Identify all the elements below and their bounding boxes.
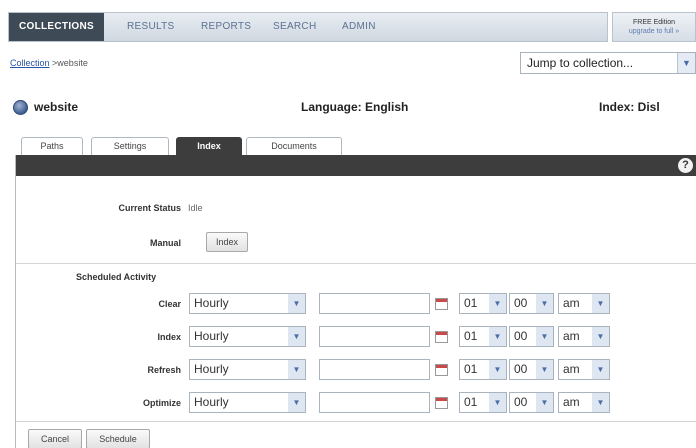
jump-to-collection-select[interactable]: Jump to collection... ▼ [520, 52, 696, 74]
date-input[interactable] [319, 392, 430, 413]
footer-divider [16, 421, 696, 422]
hour-select[interactable]: 01 ▼ [459, 359, 507, 380]
minute-select[interactable]: 00 ▼ [509, 293, 554, 314]
calendar-icon[interactable] [435, 397, 448, 409]
calendar-icon[interactable] [435, 298, 448, 310]
chevron-down-icon: ▼ [592, 294, 609, 313]
breadcrumb: Collection >website [10, 58, 88, 68]
collection-title: website [34, 100, 79, 114]
breadcrumb-current: >website [52, 58, 88, 68]
ampm-select[interactable]: am ▼ [558, 359, 610, 380]
scheduled-activity-label: Scheduled Activity [76, 272, 157, 282]
index-panel: ? Current Status Idle Manual Index Sched… [15, 155, 696, 448]
chevron-down-icon: ▼ [536, 393, 553, 412]
calendar-icon[interactable] [435, 331, 448, 343]
frequency-select[interactable]: Hourly ▼ [189, 392, 306, 413]
current-status-value: Idle [188, 203, 203, 213]
cancel-button[interactable]: Cancel [28, 429, 82, 448]
date-input[interactable] [319, 326, 430, 347]
minute-select[interactable]: 00 ▼ [509, 392, 554, 413]
minute-select[interactable]: 00 ▼ [509, 326, 554, 347]
chevron-down-icon: ▼ [489, 294, 506, 313]
section-divider [16, 263, 696, 264]
chevron-down-icon: ▼ [288, 393, 305, 412]
manual-index-button[interactable]: Index [206, 232, 248, 252]
chevron-down-icon: ▼ [288, 327, 305, 346]
chevron-down-icon: ▼ [288, 360, 305, 379]
panel-header-bar: ? [16, 155, 696, 176]
chevron-down-icon: ▼ [536, 360, 553, 379]
tab-settings[interactable]: Settings [91, 137, 169, 155]
schedule-row-label: Optimize [142, 398, 181, 408]
date-input[interactable] [319, 359, 430, 380]
manual-label: Manual [149, 238, 181, 248]
hour-value: 01 [464, 395, 478, 409]
frequency-select[interactable]: Hourly ▼ [189, 293, 306, 314]
chevron-down-icon: ▼ [536, 327, 553, 346]
ampm-select[interactable]: am ▼ [558, 293, 610, 314]
language-label: Language: English [301, 100, 409, 114]
schedule-button[interactable]: Schedule [86, 429, 150, 448]
minute-value: 00 [514, 329, 528, 343]
breadcrumb-collection-link[interactable]: Collection [10, 58, 50, 68]
hour-select[interactable]: 01 ▼ [459, 392, 507, 413]
frequency-value: Hourly [194, 296, 229, 310]
ampm-select[interactable]: am ▼ [558, 326, 610, 347]
tab-paths[interactable]: Paths [21, 137, 83, 155]
schedule-row-label: Clear [158, 299, 181, 309]
nav-tab-search[interactable]: SEARCH [273, 13, 316, 41]
index-disk-label: Index: Disl [599, 100, 660, 114]
jump-to-collection-label: Jump to collection... [527, 56, 634, 70]
main-nav-bar: COLLECTIONS RESULTS REPORTS SEARCH ADMIN [8, 12, 608, 42]
ampm-value: am [563, 296, 580, 310]
chevron-down-icon: ▼ [592, 360, 609, 379]
nav-tab-reports[interactable]: REPORTS [201, 13, 251, 41]
hour-value: 01 [464, 296, 478, 310]
calendar-icon[interactable] [435, 364, 448, 376]
minute-value: 00 [514, 296, 528, 310]
frequency-value: Hourly [194, 362, 229, 376]
minute-value: 00 [514, 395, 528, 409]
tab-documents[interactable]: Documents [246, 137, 342, 155]
nav-tab-collections[interactable]: COLLECTIONS [9, 13, 104, 41]
schedule-row-label: Refresh [147, 365, 181, 375]
chevron-down-icon: ▼ [489, 360, 506, 379]
hour-select[interactable]: 01 ▼ [459, 293, 507, 314]
chevron-down-icon: ▼ [592, 327, 609, 346]
edition-badge[interactable]: FREE Edition upgrade to full » [612, 12, 696, 42]
top-navigation: COLLECTIONS RESULTS REPORTS SEARCH ADMIN… [0, 0, 696, 46]
minute-select[interactable]: 00 ▼ [509, 359, 554, 380]
chevron-down-icon: ▼ [489, 393, 506, 412]
help-icon[interactable]: ? [678, 158, 693, 173]
hour-select[interactable]: 01 ▼ [459, 326, 507, 347]
ampm-select[interactable]: am ▼ [558, 392, 610, 413]
frequency-value: Hourly [194, 329, 229, 343]
frequency-select[interactable]: Hourly ▼ [189, 359, 306, 380]
ampm-value: am [563, 329, 580, 343]
schedule-row-label: Index [157, 332, 181, 342]
chevron-down-icon: ▼ [677, 53, 695, 73]
ampm-value: am [563, 362, 580, 376]
tab-index[interactable]: Index [176, 137, 242, 155]
nav-tab-results[interactable]: RESULTS [127, 13, 174, 41]
frequency-value: Hourly [194, 395, 229, 409]
edition-title: FREE Edition [632, 19, 676, 26]
minute-value: 00 [514, 362, 528, 376]
hour-value: 01 [464, 329, 478, 343]
ampm-value: am [563, 395, 580, 409]
chevron-down-icon: ▼ [592, 393, 609, 412]
date-input[interactable] [319, 293, 430, 314]
nav-tab-admin[interactable]: ADMIN [342, 13, 376, 41]
upgrade-link[interactable]: upgrade to full » [613, 27, 695, 36]
chevron-down-icon: ▼ [536, 294, 553, 313]
frequency-select[interactable]: Hourly ▼ [189, 326, 306, 347]
chevron-down-icon: ▼ [288, 294, 305, 313]
globe-icon [13, 100, 28, 115]
hour-value: 01 [464, 362, 478, 376]
chevron-down-icon: ▼ [489, 327, 506, 346]
current-status-label: Current Status [118, 203, 181, 213]
